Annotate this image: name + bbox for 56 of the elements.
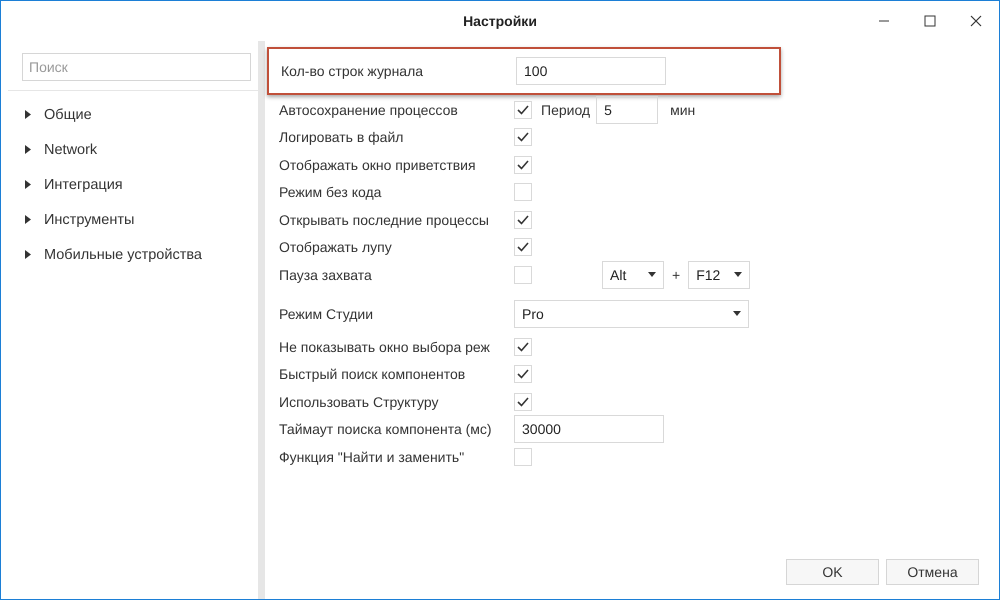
- setting-label: Кол-во строк журнала: [281, 63, 424, 79]
- checkbox[interactable]: [514, 238, 532, 256]
- close-icon: [970, 15, 982, 27]
- checkbox[interactable]: [514, 100, 532, 119]
- checkmark-icon: [517, 396, 529, 407]
- input-field[interactable]: 5: [596, 96, 658, 124]
- dialog-button[interactable]: Отмена: [886, 559, 979, 585]
- unit-label: мин: [670, 102, 696, 118]
- dropdown[interactable]: Pro: [514, 300, 749, 328]
- setting-label: Пауза захвата: [279, 266, 373, 283]
- setting-label: Отображать лупу: [279, 239, 393, 256]
- checkmark-icon: [517, 214, 529, 225]
- checkmark-icon: [517, 132, 529, 142]
- checkmark-icon: [517, 160, 529, 170]
- checkmark-icon: [517, 242, 529, 252]
- setting-label: Функция "Найти и заменить": [279, 448, 466, 465]
- setting-label: Таймаут поиска компонента (мс): [279, 421, 493, 438]
- input-field[interactable]: 30000: [514, 415, 664, 444]
- checkbox[interactable]: [514, 156, 532, 174]
- dialog-button[interactable]: OK: [786, 559, 879, 585]
- setting-label: Не показывать окно выбора реж: [279, 338, 491, 355]
- checkbox[interactable]: [514, 210, 532, 229]
- setting-label: Режим Студии: [279, 306, 374, 322]
- dropdown[interactable]: F12: [688, 260, 750, 289]
- window-title: Настройки: [463, 13, 537, 29]
- sidebar-item[interactable]: Мобильные устройства: [22, 237, 252, 272]
- search-field[interactable]: Поиск: [22, 53, 251, 81]
- sidebar-item[interactable]: Инструменты: [22, 202, 252, 237]
- checkbox[interactable]: [514, 338, 532, 356]
- checkmark-icon: [517, 104, 529, 115]
- caret-icon: [733, 311, 741, 318]
- checkbox[interactable]: [514, 183, 532, 202]
- caret-icon: [734, 272, 742, 278]
- sidebar-item[interactable]: Интеграция: [22, 167, 252, 202]
- maximize-icon: [924, 15, 936, 27]
- setting-label: Отображать окно приветствия: [279, 156, 477, 173]
- checkmark-icon: [517, 369, 529, 380]
- plus-label: +: [672, 266, 680, 283]
- sidebar-item[interactable]: Общие: [22, 97, 252, 132]
- sidebar-item[interactable]: Network: [22, 132, 252, 167]
- checkmark-icon: [517, 342, 529, 352]
- setting-label: Логировать в файл: [279, 129, 404, 146]
- setting-label: Автосохранение процессов: [279, 102, 459, 118]
- checkbox[interactable]: [514, 365, 532, 384]
- input-field[interactable]: 100: [516, 57, 666, 85]
- setting-label: Открывать последние процессы: [279, 212, 490, 228]
- checkbox[interactable]: [514, 266, 532, 284]
- checkbox[interactable]: [514, 392, 532, 411]
- setting-label: Быстрый поиск компонентов: [279, 366, 466, 382]
- setting-label: Режим без кода: [279, 184, 382, 200]
- period-label: Период: [541, 102, 590, 118]
- checkbox[interactable]: [514, 128, 532, 146]
- setting-label: Использовать Структуру: [279, 394, 440, 410]
- caret-icon: [648, 272, 656, 278]
- dropdown[interactable]: Alt: [602, 260, 664, 289]
- checkbox[interactable]: [514, 448, 532, 466]
